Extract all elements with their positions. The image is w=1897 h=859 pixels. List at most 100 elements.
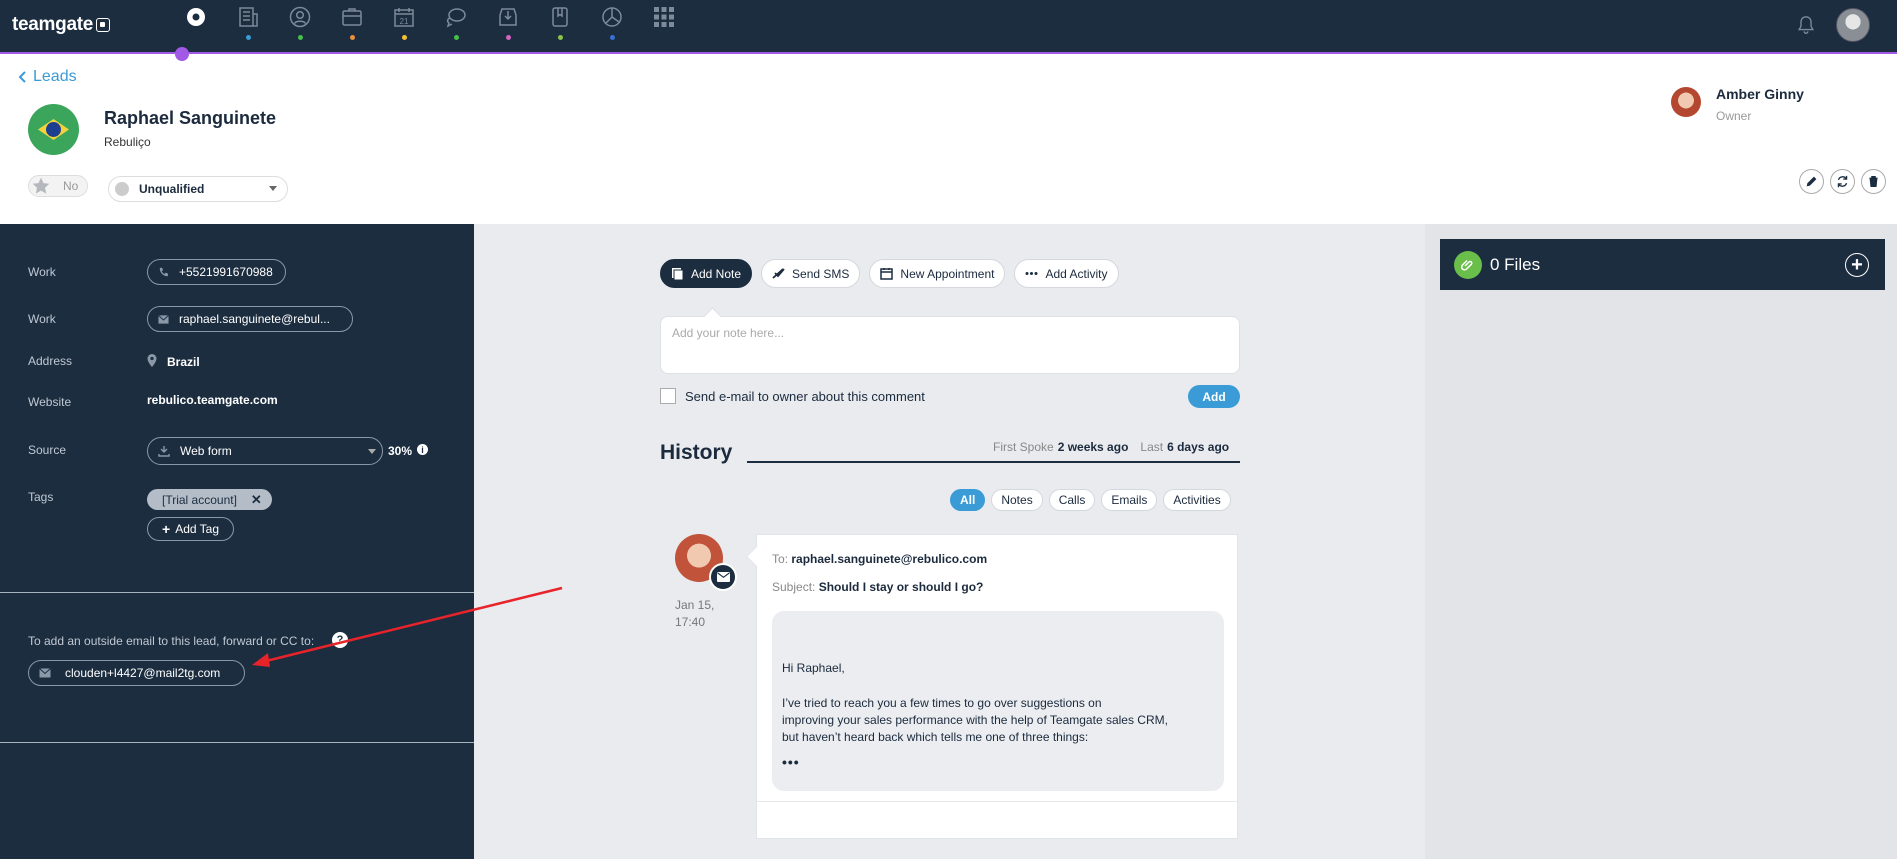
reports-icon[interactable]	[586, 5, 638, 45]
people-icon[interactable]	[274, 5, 326, 45]
chat-icon[interactable]	[430, 5, 482, 45]
email-greeting: Hi Raphael,	[782, 661, 845, 675]
website-link[interactable]: rebulico.teamgate.com	[147, 393, 278, 407]
first-spoke-value: 2 weeks ago	[1057, 440, 1129, 454]
filter-activities[interactable]: Activities	[1163, 489, 1231, 511]
paperclip-icon	[1454, 250, 1482, 279]
owner-name[interactable]: Amber Ginny	[1716, 86, 1804, 102]
logo-text: teamgate	[12, 14, 94, 35]
chevron-down-icon	[368, 449, 376, 454]
more-dots-icon	[1025, 272, 1038, 275]
tag-chip[interactable]: [Trial account] ✕	[147, 489, 272, 510]
notify-owner-label[interactable]: Send e-mail to owner about this comment	[685, 389, 925, 404]
source-select[interactable]: Web form	[147, 437, 383, 465]
svg-text:21: 21	[400, 17, 409, 26]
files-panel	[1425, 224, 1897, 859]
chevron-left-icon	[18, 71, 26, 83]
forward-email-value: clouden+l4427@mail2tg.com	[65, 666, 221, 680]
lead-status-select[interactable]: Unqualified	[108, 176, 288, 202]
divider	[0, 592, 474, 593]
remove-tag-icon[interactable]: ✕	[251, 492, 262, 508]
history-underline	[747, 461, 1240, 463]
divider	[0, 742, 474, 743]
chevron-down-icon	[269, 186, 277, 191]
address-label: Address	[28, 354, 73, 368]
apps-grid-icon[interactable]	[638, 5, 690, 45]
last-spoke-value: 6 days ago	[1167, 440, 1230, 454]
delete-button[interactable]	[1861, 169, 1886, 194]
tab-add-note[interactable]: Add Note	[660, 259, 753, 288]
history-filters: All Notes Calls Emails Activities	[950, 489, 1231, 511]
files-count: 0 Files	[1490, 254, 1541, 274]
spoke-stats: First Spoke 2 weeks ago Last 6 days ago	[993, 440, 1237, 454]
filter-notes[interactable]: Notes	[991, 489, 1043, 511]
owner-role: Owner	[1716, 109, 1752, 123]
help-icon[interactable]: ?	[332, 632, 348, 648]
composer-tabs: Add Note Send SMS New Appointment Add Ac…	[660, 259, 1119, 288]
status-circle-icon	[115, 182, 129, 196]
plus-icon: +	[162, 521, 171, 537]
note-input[interactable]	[672, 326, 1222, 340]
add-file-button[interactable]: +	[1845, 253, 1869, 277]
history-entry-date: Jan 15, 17:40	[675, 598, 715, 629]
history-email-card: To: raphael.sanguinete@rebulico.com Subj…	[756, 534, 1238, 839]
add-tag-label: Add Tag	[175, 522, 220, 536]
status-value: Unqualified	[139, 182, 205, 196]
history-title: History	[660, 441, 733, 464]
forward-email-pill[interactable]: clouden+l4427@mail2tg.com	[28, 660, 245, 686]
first-spoke-label: First Spoke	[993, 440, 1054, 454]
pencil-icon	[1806, 176, 1817, 187]
tags-label: Tags	[28, 490, 54, 504]
phone-value: +5521991670988	[179, 265, 273, 279]
nav-indicator-dot	[298, 35, 303, 40]
star-toggle[interactable]: No	[28, 175, 88, 197]
dashboard-icon[interactable]	[170, 5, 222, 45]
add-note-button[interactable]: Add	[1188, 385, 1240, 408]
notify-owner-checkbox[interactable]	[660, 388, 676, 404]
tab-add-activity[interactable]: Add Activity	[1014, 259, 1119, 288]
filter-all[interactable]: All	[950, 489, 986, 511]
back-to-leads-link[interactable]: Leads	[18, 68, 77, 86]
convert-button[interactable]	[1830, 169, 1855, 194]
back-link-label: Leads	[33, 68, 77, 85]
documents-icon[interactable]	[534, 5, 586, 45]
email-type-badge	[709, 563, 737, 591]
info-icon[interactable]: i	[417, 444, 428, 455]
user-avatar[interactable]	[1836, 8, 1870, 42]
web-form-icon	[158, 446, 170, 457]
envelope-icon	[716, 572, 730, 582]
lead-details-panel: Work +5521991670988 Work raphael.sanguin…	[0, 224, 474, 859]
tab-send-sms[interactable]: Send SMS	[761, 259, 861, 288]
nav-indicator-dot	[402, 35, 407, 40]
tab-new-appointment[interactable]: New Appointment	[869, 259, 1006, 288]
source-value: Web form	[180, 444, 232, 458]
show-more-button[interactable]: •••	[782, 754, 800, 770]
lead-company[interactable]: Rebuliço	[104, 135, 151, 149]
logo-mark-icon	[96, 18, 111, 32]
owner-avatar[interactable]	[1671, 87, 1701, 117]
envelope-icon	[158, 314, 169, 324]
address-value: Brazil	[167, 355, 200, 369]
nav-indicator-dot	[350, 35, 355, 40]
inbox-icon[interactable]	[482, 5, 534, 45]
sms-icon	[772, 268, 785, 279]
card-divider	[757, 801, 1237, 802]
email-value: raphael.sanguinete@rebul...	[179, 312, 330, 326]
note-icon	[672, 268, 684, 280]
forward-instructions: To add an outside email to this lead, fo…	[28, 634, 315, 648]
envelope-icon	[39, 668, 51, 678]
calendar-icon[interactable]: 21	[378, 5, 430, 45]
calendar-icon	[880, 268, 894, 280]
deals-icon[interactable]	[326, 5, 378, 45]
filter-calls[interactable]: Calls	[1048, 489, 1096, 511]
phone-pill[interactable]: +5521991670988	[147, 259, 286, 285]
add-tag-button[interactable]: + Add Tag	[147, 517, 235, 541]
edit-button[interactable]	[1799, 169, 1824, 194]
notifications-bell-icon[interactable]	[1795, 14, 1817, 36]
lead-name: Raphael Sanguinete	[104, 108, 277, 128]
teamgate-logo[interactable]: teamgate	[12, 14, 111, 36]
email-pill[interactable]: raphael.sanguinete@rebul...	[147, 306, 353, 332]
top-navbar: teamgate 21	[0, 0, 1897, 54]
companies-icon[interactable]	[222, 5, 274, 45]
filter-emails[interactable]: Emails	[1101, 489, 1158, 511]
